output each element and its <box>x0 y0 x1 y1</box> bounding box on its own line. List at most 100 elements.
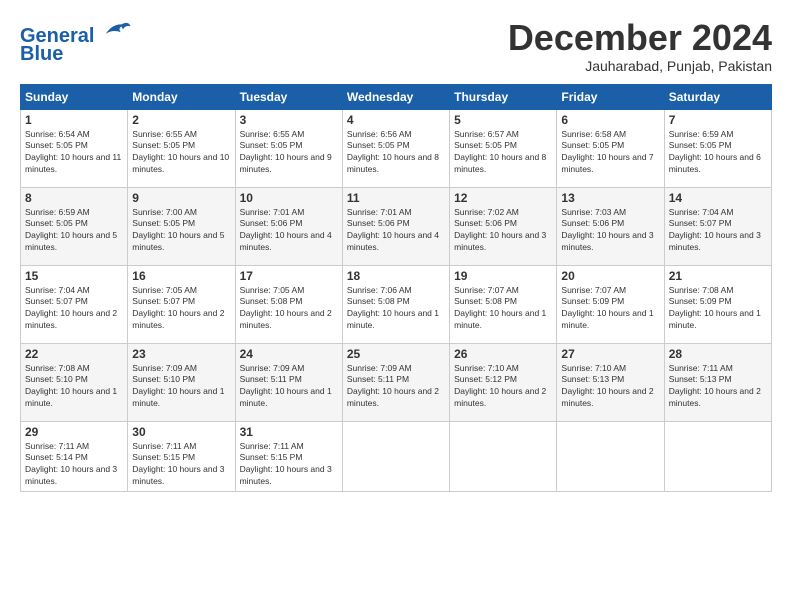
day-number: 3 <box>240 113 338 127</box>
calendar-cell: 18 Sunrise: 7:06 AMSunset: 5:08 PMDayligh… <box>342 265 449 343</box>
calendar-cell: 3Sunrise: 6:55 AMSunset: 5:05 PMDaylight… <box>235 109 342 187</box>
calendar-header-tuesday: Tuesday <box>235 84 342 109</box>
day-info: Sunrise: 7:11 AMSunset: 5:15 PMDaylight:… <box>132 441 230 489</box>
calendar-cell: 24Sunrise: 7:09 AMSunset: 5:11 PMDayligh… <box>235 343 342 421</box>
calendar-cell: 30 Sunrise: 7:11 AMSunset: 5:15 PMDayligh… <box>128 421 235 492</box>
day-number: 16 <box>132 269 230 283</box>
day-info: Sunrise: 7:09 AMSunset: 5:11 PMDaylight:… <box>347 363 445 411</box>
day-number: 15 <box>25 269 123 283</box>
day-info: Sunrise: 6:56 AMSunset: 5:05 PMDaylight:… <box>347 129 445 177</box>
day-info: Sunrise: 7:07 AMSunset: 5:09 PMDaylight:… <box>561 285 659 333</box>
calendar-header-sunday: Sunday <box>21 84 128 109</box>
day-number: 17 <box>240 269 338 283</box>
calendar-cell: 4 Sunrise: 6:56 AMSunset: 5:05 PMDaylight… <box>342 109 449 187</box>
day-number: 4 <box>347 113 445 127</box>
day-info: Sunrise: 7:03 AMSunset: 5:06 PMDaylight:… <box>561 207 659 255</box>
day-number: 2 <box>132 113 230 127</box>
day-info: Sunrise: 6:59 AMSunset: 5:05 PMDaylight:… <box>669 129 767 177</box>
day-info: Sunrise: 7:05 AMSunset: 5:07 PMDaylight:… <box>132 285 230 333</box>
day-number: 12 <box>454 191 552 205</box>
calendar-cell: 28 Sunrise: 7:11 AMSunset: 5:13 PMDayligh… <box>664 343 771 421</box>
calendar-cell: 8 Sunrise: 6:59 AMSunset: 5:05 PMDaylight… <box>21 187 128 265</box>
location: Jauharabad, Punjab, Pakistan <box>508 58 772 74</box>
calendar-cell: 1 Sunrise: 6:54 AMSunset: 5:05 PMDaylight… <box>21 109 128 187</box>
calendar-cell: 25Sunrise: 7:09 AMSunset: 5:11 PMDayligh… <box>342 343 449 421</box>
day-info: Sunrise: 7:06 AMSunset: 5:08 PMDaylight:… <box>347 285 445 333</box>
calendar-header-row: SundayMondayTuesdayWednesdayThursdayFrid… <box>21 84 772 109</box>
calendar-cell: 29 Sunrise: 7:11 AMSunset: 5:14 PMDayligh… <box>21 421 128 492</box>
day-number: 19 <box>454 269 552 283</box>
calendar-cell: 14 Sunrise: 7:04 AMSunset: 5:07 PMDayligh… <box>664 187 771 265</box>
day-number: 5 <box>454 113 552 127</box>
day-number: 26 <box>454 347 552 361</box>
day-info: Sunrise: 7:01 AMSunset: 5:06 PMDaylight:… <box>240 207 338 255</box>
calendar-cell: 6Sunrise: 6:58 AMSunset: 5:05 PMDaylight… <box>557 109 664 187</box>
day-info: Sunrise: 7:02 AMSunset: 5:06 PMDaylight:… <box>454 207 552 255</box>
day-info: Sunrise: 7:11 AMSunset: 5:13 PMDaylight:… <box>669 363 767 411</box>
calendar-cell: 15 Sunrise: 7:04 AMSunset: 5:07 PMDayligh… <box>21 265 128 343</box>
calendar-cell: 22 Sunrise: 7:08 AMSunset: 5:10 PMDayligh… <box>21 343 128 421</box>
calendar-cell: 19 Sunrise: 7:07 AMSunset: 5:08 PMDayligh… <box>450 265 557 343</box>
calendar-cell <box>557 421 664 492</box>
day-info: Sunrise: 7:11 AMSunset: 5:15 PMDaylight:… <box>240 441 338 489</box>
day-number: 18 <box>347 269 445 283</box>
calendar-cell: 16 Sunrise: 7:05 AMSunset: 5:07 PMDayligh… <box>128 265 235 343</box>
calendar-cell: 13Sunrise: 7:03 AMSunset: 5:06 PMDayligh… <box>557 187 664 265</box>
day-number: 22 <box>25 347 123 361</box>
day-info: Sunrise: 7:05 AMSunset: 5:08 PMDaylight:… <box>240 285 338 333</box>
day-number: 21 <box>669 269 767 283</box>
day-number: 27 <box>561 347 659 361</box>
calendar-cell: 21 Sunrise: 7:08 AMSunset: 5:09 PMDayligh… <box>664 265 771 343</box>
day-number: 8 <box>25 191 123 205</box>
day-info: Sunrise: 7:09 AMSunset: 5:10 PMDaylight:… <box>132 363 230 411</box>
day-info: Sunrise: 7:08 AMSunset: 5:10 PMDaylight:… <box>25 363 123 411</box>
day-info: Sunrise: 7:07 AMSunset: 5:08 PMDaylight:… <box>454 285 552 333</box>
day-number: 23 <box>132 347 230 361</box>
calendar-cell: 12 Sunrise: 7:02 AMSunset: 5:06 PMDayligh… <box>450 187 557 265</box>
day-number: 6 <box>561 113 659 127</box>
day-info: Sunrise: 7:04 AMSunset: 5:07 PMDaylight:… <box>669 207 767 255</box>
logo-bird-icon <box>102 18 132 42</box>
day-info: Sunrise: 7:08 AMSunset: 5:09 PMDaylight:… <box>669 285 767 333</box>
day-info: Sunrise: 7:04 AMSunset: 5:07 PMDaylight:… <box>25 285 123 333</box>
calendar-header-friday: Friday <box>557 84 664 109</box>
calendar-cell: 31 Sunrise: 7:11 AMSunset: 5:15 PMDayligh… <box>235 421 342 492</box>
day-number: 20 <box>561 269 659 283</box>
logo: General Blue <box>20 18 132 66</box>
calendar-cell: 27 Sunrise: 7:10 AMSunset: 5:13 PMDayligh… <box>557 343 664 421</box>
calendar-header-thursday: Thursday <box>450 84 557 109</box>
calendar-cell: 9Sunrise: 7:00 AMSunset: 5:05 PMDaylight… <box>128 187 235 265</box>
calendar-header-monday: Monday <box>128 84 235 109</box>
day-number: 10 <box>240 191 338 205</box>
calendar-cell: 5 Sunrise: 6:57 AMSunset: 5:05 PMDaylight… <box>450 109 557 187</box>
day-number: 30 <box>132 425 230 439</box>
day-number: 14 <box>669 191 767 205</box>
calendar-cell: 26 Sunrise: 7:10 AMSunset: 5:12 PMDayligh… <box>450 343 557 421</box>
calendar-cell: 2 Sunrise: 6:55 AMSunset: 5:05 PMDaylight… <box>128 109 235 187</box>
page: General Blue December 2024 Jauharabad, P… <box>0 0 792 502</box>
day-number: 11 <box>347 191 445 205</box>
day-info: Sunrise: 7:10 AMSunset: 5:12 PMDaylight:… <box>454 363 552 411</box>
day-number: 29 <box>25 425 123 439</box>
calendar-cell: 7 Sunrise: 6:59 AMSunset: 5:05 PMDaylight… <box>664 109 771 187</box>
day-info: Sunrise: 6:55 AMSunset: 5:05 PMDaylight:… <box>132 129 230 177</box>
header: General Blue December 2024 Jauharabad, P… <box>20 18 772 74</box>
calendar-cell: 23 Sunrise: 7:09 AMSunset: 5:10 PMDayligh… <box>128 343 235 421</box>
day-info: Sunrise: 7:01 AMSunset: 5:06 PMDaylight:… <box>347 207 445 255</box>
day-info: Sunrise: 7:11 AMSunset: 5:14 PMDaylight:… <box>25 441 123 489</box>
title-block: December 2024 Jauharabad, Punjab, Pakist… <box>508 18 772 74</box>
day-info: Sunrise: 6:54 AMSunset: 5:05 PMDaylight:… <box>25 129 123 177</box>
day-number: 24 <box>240 347 338 361</box>
day-number: 31 <box>240 425 338 439</box>
day-number: 9 <box>132 191 230 205</box>
day-number: 28 <box>669 347 767 361</box>
calendar-header-saturday: Saturday <box>664 84 771 109</box>
month-title: December 2024 <box>508 18 772 58</box>
calendar-cell: 10 Sunrise: 7:01 AMSunset: 5:06 PMDayligh… <box>235 187 342 265</box>
day-info: Sunrise: 6:59 AMSunset: 5:05 PMDaylight:… <box>25 207 123 255</box>
day-info: Sunrise: 7:10 AMSunset: 5:13 PMDaylight:… <box>561 363 659 411</box>
calendar-header-wednesday: Wednesday <box>342 84 449 109</box>
day-number: 7 <box>669 113 767 127</box>
day-info: Sunrise: 6:57 AMSunset: 5:05 PMDaylight:… <box>454 129 552 177</box>
day-number: 1 <box>25 113 123 127</box>
